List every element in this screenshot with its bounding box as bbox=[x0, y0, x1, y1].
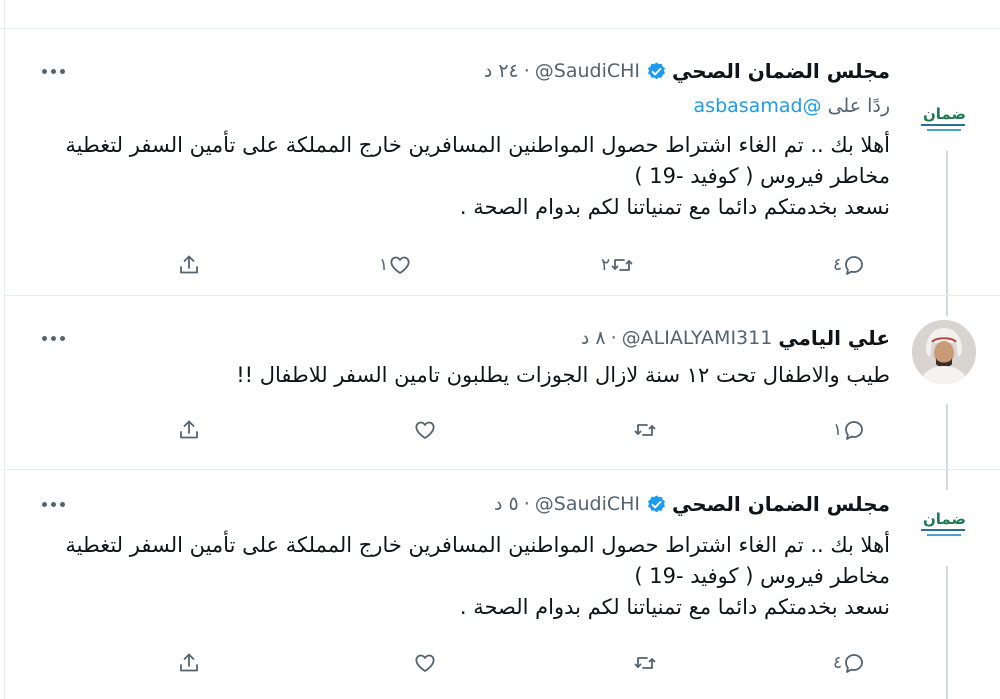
logo-text: ضمان bbox=[923, 510, 966, 528]
reply-count: ٤ bbox=[833, 653, 843, 673]
retweet-count: ٢ bbox=[601, 255, 611, 275]
retweet-button[interactable]: ٢ bbox=[591, 252, 634, 278]
share-icon bbox=[180, 420, 198, 439]
reply-button[interactable]: ٤ bbox=[823, 252, 866, 278]
tweet-text: طيب والاطفال تحت ١٢ سنة لازال الجوزات يط… bbox=[236, 363, 890, 387]
avatar[interactable]: ضمان bbox=[912, 87, 976, 151]
handle[interactable]: @SaudiCHI bbox=[535, 60, 640, 82]
share-icon bbox=[180, 255, 198, 274]
heart-icon bbox=[390, 256, 410, 274]
thread-connector-top bbox=[946, 470, 948, 490]
more-icon[interactable] bbox=[35, 59, 71, 83]
reply-button[interactable]: ٤ bbox=[823, 650, 866, 676]
retweet-button[interactable] bbox=[623, 650, 657, 676]
timestamp[interactable]: ٢٤ د bbox=[484, 60, 519, 82]
separator-dot: · bbox=[610, 327, 617, 349]
retweet-icon bbox=[634, 424, 656, 436]
heart-icon bbox=[415, 421, 435, 439]
retweet-button[interactable] bbox=[623, 417, 657, 443]
avatar[interactable]: ضمان bbox=[912, 492, 976, 556]
tweet-header: علي اليامي @ALIALYAMI311 · ٨ د bbox=[581, 326, 890, 350]
share-button[interactable] bbox=[177, 650, 201, 676]
tweet-3[interactable]: ضمان مجلس الضمان الصحي @SaudiCHI · ٥ د أ… bbox=[5, 470, 1000, 699]
like-button[interactable] bbox=[403, 417, 437, 443]
retweet-icon bbox=[611, 259, 633, 271]
tweet-text: أهلا بك .. تم الغاء اشتراط حصول المواطني… bbox=[65, 133, 890, 219]
like-button[interactable] bbox=[403, 650, 437, 676]
avatar[interactable] bbox=[912, 320, 976, 384]
top-bar bbox=[0, 0, 1000, 29]
thread-connector bbox=[946, 135, 948, 295]
reply-count: ١ bbox=[833, 420, 843, 440]
tweet-2[interactable]: علي اليامي @ALIALYAMI311 · ٨ د طيب والاط… bbox=[5, 296, 1000, 470]
like-button[interactable]: ١ bbox=[369, 252, 412, 278]
verified-badge-icon bbox=[648, 61, 666, 79]
timestamp[interactable]: ٥ د bbox=[494, 493, 519, 515]
reply-icon bbox=[845, 421, 864, 440]
more-icon[interactable] bbox=[35, 326, 71, 350]
chi-logo-icon: ضمان bbox=[917, 510, 971, 538]
action-bar: ٤ bbox=[155, 650, 905, 676]
display-name[interactable]: مجلس الضمان الصحي bbox=[672, 59, 890, 83]
replying-to-link[interactable]: @asbasamad bbox=[694, 95, 822, 117]
tweet-header: مجلس الضمان الصحي @SaudiCHI · ٥ د bbox=[494, 492, 890, 516]
reply-button[interactable]: ١ bbox=[823, 417, 866, 443]
heart-icon bbox=[415, 654, 435, 672]
handle[interactable]: @ALIALYAMI311 bbox=[622, 327, 773, 349]
thread-connector bbox=[946, 566, 948, 699]
replying-prefix: ردًا على bbox=[827, 95, 890, 117]
display-name[interactable]: مجلس الضمان الصحي bbox=[672, 492, 890, 516]
thread-connector bbox=[946, 404, 948, 469]
separator-dot: · bbox=[523, 493, 530, 515]
logo-text: ضمان bbox=[923, 105, 966, 123]
replying-to: ردًا على @asbasamad bbox=[694, 95, 890, 117]
chi-logo-icon: ضمان bbox=[917, 105, 971, 133]
action-bar: ٤ ٢ ١ bbox=[155, 252, 905, 278]
share-button[interactable] bbox=[177, 252, 201, 278]
reply-icon bbox=[845, 654, 864, 673]
tweet-1[interactable]: ضمان مجلس الضمان الصحي @SaudiCHI · ٢٤ د … bbox=[5, 29, 1000, 296]
display-name[interactable]: علي اليامي bbox=[778, 326, 890, 350]
handle[interactable]: @SaudiCHI bbox=[535, 493, 640, 515]
reply-count: ٤ bbox=[833, 255, 843, 275]
timestamp[interactable]: ٨ د bbox=[581, 327, 606, 349]
like-count: ١ bbox=[379, 255, 389, 275]
reply-icon bbox=[845, 256, 864, 275]
share-icon bbox=[180, 653, 198, 672]
thread-connector-top bbox=[946, 296, 948, 316]
separator-dot: · bbox=[523, 60, 530, 82]
share-button[interactable] bbox=[177, 417, 201, 443]
more-icon[interactable] bbox=[35, 492, 71, 516]
user-photo-icon bbox=[912, 320, 976, 384]
verified-badge-icon bbox=[648, 494, 666, 512]
tweet-header: مجلس الضمان الصحي @SaudiCHI · ٢٤ د bbox=[484, 59, 890, 83]
retweet-icon bbox=[634, 657, 656, 669]
tweet-text: أهلا بك .. تم الغاء اشتراط حصول المواطني… bbox=[65, 533, 890, 619]
action-bar: ١ bbox=[155, 417, 905, 443]
